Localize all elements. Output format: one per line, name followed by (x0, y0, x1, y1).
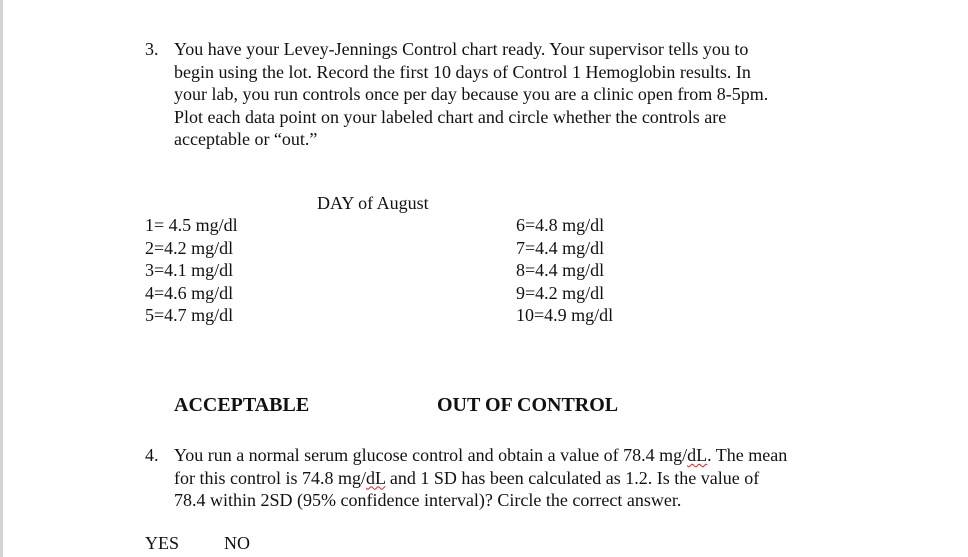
question-3-line: begin using the lot. Record the first 10… (174, 61, 751, 82)
question-3-number: 3. (145, 39, 159, 59)
results-left-column: 1= 4.5 mg/dl 2=4.2 mg/dl 3=4.1 mg/dl 4=4… (145, 214, 238, 327)
answer-yes: YES (145, 533, 180, 553)
result-entry: 5=4.7 mg/dl (145, 305, 234, 325)
result-entry: 4=4.6 mg/dl (145, 282, 234, 303)
question-4-number: 4. (145, 445, 159, 465)
text-run: . The mean (707, 445, 788, 465)
result-entry: 10=4.9 mg/dl (516, 305, 614, 325)
question-3-line: acceptable or “out.” (174, 129, 318, 149)
result-entry: 1= 4.5 mg/dl (145, 215, 238, 235)
question-4-text: You run a normal serum glucose control a… (174, 444, 787, 512)
question-3-line: Plot each data point on your labeled cha… (174, 106, 727, 127)
results-right-column: 6=4.8 mg/dl 7=4.4 mg/dl 8=4.4 mg/dl 9=4.… (516, 214, 613, 327)
question-4-line: 78.4 within 2SD (95% confidence interval… (174, 490, 682, 510)
question-3-line: You have your Levey-Jennings Control cha… (174, 39, 749, 59)
question-4-line: You run a normal serum glucose control a… (174, 444, 787, 467)
result-entry: 7=4.4 mg/dl (516, 237, 605, 258)
result-entry: 3=4.1 mg/dl (145, 260, 234, 280)
day-of-august-heading: DAY of August (317, 193, 429, 213)
question-3-text: You have your Levey-Jennings Control cha… (174, 38, 768, 151)
result-entry: 9=4.2 mg/dl (516, 282, 605, 303)
text-run: You run a normal serum glucose control a… (174, 445, 688, 465)
result-entry: 6=4.8 mg/dl (516, 215, 605, 235)
spellcheck-underlined-word: dL (687, 445, 708, 465)
option-out-of-control: OUT OF CONTROL (437, 394, 619, 416)
question-4-line: for this control is 74.8 mg/dL and 1 SD … (174, 467, 787, 490)
question-3-line: your lab, you run controls once per day … (174, 84, 769, 104)
option-acceptable: ACCEPTABLE (174, 394, 310, 416)
result-entry: 8=4.4 mg/dl (516, 260, 605, 280)
spellcheck-underlined-word: dL (366, 467, 386, 488)
result-entry: 2=4.2 mg/dl (145, 237, 234, 258)
answer-no: NO (224, 533, 250, 553)
text-run: and 1 SD has been calculated as 1.2. Is … (385, 467, 760, 488)
text-run: for this control is 74.8 mg/ (174, 467, 366, 488)
